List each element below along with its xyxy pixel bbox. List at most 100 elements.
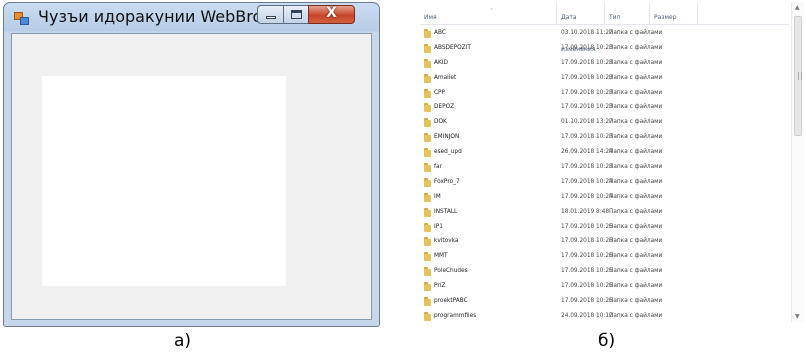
folder-icon [424, 222, 431, 232]
file-row[interactable]: programmfiles 24.09.2018 10:12 Папка с фай… [420, 309, 789, 324]
file-type: Папка с файлами [609, 298, 663, 305]
file-row[interactable]: AKID 17.09.2018 10:23 Папка с файлами [420, 56, 789, 71]
file-name: MMT [434, 253, 448, 260]
web-browser-control[interactable] [42, 76, 286, 286]
application-icon [14, 12, 29, 25]
file-name: DOK [434, 119, 447, 126]
file-row[interactable]: EMINJON 17.09.2018 10:23 Папка с файлами [420, 130, 789, 145]
file-date: 17.09.2018 10:23 [561, 44, 613, 51]
file-type: Папка с файлами [609, 283, 663, 290]
file-type: Папка с файлами [609, 253, 663, 260]
file-date: 03.10.2018 11:22 [561, 30, 613, 36]
folder-icon [424, 177, 431, 187]
close-button[interactable]: X [308, 5, 355, 24]
file-row[interactable]: Amaliet 17.09.2018 10:23 Папка с файлами [420, 71, 789, 86]
column-header-type[interactable]: Тип [605, 2, 650, 24]
folder-icon [424, 148, 431, 158]
file-date: 17.09.2018 10:23 [561, 104, 613, 111]
file-date: 17.09.2018 10:26 [561, 283, 613, 290]
file-row[interactable]: DOK 01.10.2018 13:27 Папка с файлами [420, 115, 789, 130]
file-name: esed_upd [434, 149, 462, 156]
file-name: IM [434, 193, 441, 200]
file-date: 17.09.2018 10:23 [561, 74, 613, 81]
file-row[interactable]: INSTALL 18.01.2019 8:48 Папка с файлами [420, 205, 789, 220]
column-header-name[interactable]: Имя [420, 2, 557, 24]
file-name: PoleChudes [434, 268, 468, 275]
file-row[interactable]: esed_upd 26.09.2018 14:24 Папка с файлами [420, 145, 789, 160]
file-row[interactable]: kvitovka 17.09.2018 10:26 Папка с файлами [420, 234, 789, 249]
folder-icon [424, 297, 431, 307]
minimize-icon [266, 16, 276, 19]
column-header-size[interactable]: Размер [650, 2, 698, 24]
folder-icon [424, 118, 431, 128]
file-type: Папка с файлами [609, 193, 663, 200]
file-type: Папка с файлами [609, 178, 663, 185]
vertical-scrollbar[interactable]: ▲ ▼ [791, 2, 804, 322]
file-row[interactable]: MMT 17.09.2018 10:26 Папка с файлами [420, 249, 789, 264]
file-row[interactable]: IM 17.09.2018 10:24 Папка с файлами [420, 190, 789, 205]
file-type: Папка с файлами [609, 238, 663, 245]
file-name: ABC [434, 30, 446, 36]
file-date: 17.09.2018 10:26 [561, 238, 613, 245]
window-titlebar[interactable]: Чузъи идоракунии WebBrouzer X [4, 3, 379, 33]
file-type: Папка с файлами [609, 134, 663, 141]
file-date: 24.09.2018 10:12 [561, 312, 613, 319]
file-row[interactable]: proektPABC 17.09.2018 10:26 Папка с файлам… [420, 294, 789, 309]
file-row[interactable]: CPP 17.09.2018 10:23 Папка с файлами [420, 86, 789, 101]
file-date: 17.09.2018 10:23 [561, 59, 613, 66]
file-name: far [434, 164, 442, 171]
folder-icon [424, 88, 431, 98]
file-name: EMINJON [434, 134, 460, 141]
file-list-view: Имя ˄ Дата изменения Тип Размер ABC 03.10… [420, 2, 804, 324]
file-date: 18.01.2019 8:48 [561, 208, 610, 215]
caption-b: б) [598, 331, 616, 351]
file-row[interactable]: DEPOZ 17.09.2018 10:23 Папка с файлами [420, 100, 789, 115]
scroll-up-arrow-icon[interactable]: ▲ [795, 4, 800, 11]
file-row[interactable]: PriZ 17.09.2018 10:26 Папка с файлами [420, 279, 789, 294]
maximize-icon [291, 10, 302, 19]
folder-icon [424, 103, 431, 113]
file-type: Папка с файлами [609, 74, 663, 81]
sort-ascending-icon: ˄ [490, 8, 493, 15]
file-type: Папка с файлами [609, 89, 663, 96]
maximize-button[interactable] [283, 5, 309, 24]
file-row[interactable]: FoxPro_7 17.09.2018 10:24 Папка с файлами [420, 175, 789, 190]
file-date: 17.09.2018 10:24 [561, 193, 613, 200]
file-name: ABSDEPOZIT [434, 44, 471, 51]
file-row[interactable]: PoleChudes 17.09.2018 10:26 Папка с файлам… [420, 264, 789, 279]
file-name: PriZ [434, 283, 446, 290]
folder-icon [424, 267, 431, 277]
file-date: 17.09.2018 10:23 [561, 134, 613, 141]
scrollbar-thumb[interactable] [794, 16, 802, 136]
file-type: Папка с файлами [609, 104, 663, 111]
file-row[interactable]: ABC 03.10.2018 11:22 Папка с файлами [420, 26, 789, 41]
file-type: Папка с файлами [609, 312, 663, 319]
file-name: FoxPro_7 [434, 178, 460, 185]
column-header-date[interactable]: Дата изменения [557, 2, 605, 53]
file-type: Папка с файлами [609, 149, 663, 156]
file-type: Папка с файлами [609, 223, 663, 230]
file-date: 17.09.2018 10:26 [561, 298, 613, 305]
file-date: 01.10.2018 13:27 [561, 119, 613, 126]
file-type: Папка с файлами [609, 59, 663, 66]
file-row[interactable]: ABSDEPOZIT 17.09.2018 10:23 Папка с файлам… [420, 41, 789, 56]
file-name: kvitovka [434, 238, 459, 245]
folder-icon [424, 237, 431, 247]
file-name: programmfiles [434, 312, 477, 319]
file-date: 17.09.2018 10:26 [561, 268, 613, 275]
scroll-down-arrow-icon[interactable]: ▼ [795, 313, 800, 320]
file-date: 17.09.2018 10:23 [561, 89, 613, 96]
folder-icon [424, 43, 431, 53]
file-rows: ABC 03.10.2018 11:22 Папка с файлами ABSDEP… [420, 26, 789, 324]
folder-icon [424, 73, 431, 83]
column-header-row: Имя ˄ Дата изменения Тип Размер [420, 2, 789, 53]
file-type: Папка с файлами [609, 268, 663, 275]
folder-icon [424, 192, 431, 202]
minimize-button[interactable] [257, 5, 284, 24]
file-date: 17.09.2018 10:26 [561, 253, 613, 260]
file-row[interactable]: IP1 17.09.2018 10:26 Папка с файлами [420, 220, 789, 235]
file-row[interactable]: far 17.09.2018 10:23 Папка с файлами [420, 160, 789, 175]
file-name: proektPABC [434, 298, 468, 305]
caption-a: а) [174, 331, 192, 351]
file-name: Amaliet [434, 74, 457, 81]
